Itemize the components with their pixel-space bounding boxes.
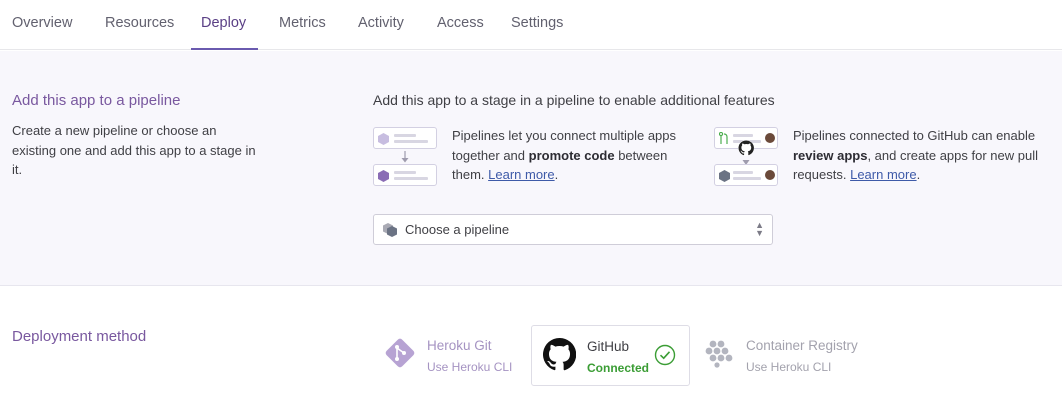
pipeline-icon [383, 223, 397, 237]
heroku-git-icon [385, 338, 415, 368]
select-caret-icon: ▲ ▼ [755, 220, 764, 238]
deploy-method-github[interactable]: GitHub Connected [531, 325, 690, 386]
learn-more-github-link[interactable]: Learn more [850, 167, 916, 182]
tab-overview[interactable]: Overview [12, 0, 72, 50]
connected-check-icon [654, 344, 676, 366]
github-octocat-icon [738, 140, 754, 156]
light-hexagon-icon [378, 133, 389, 145]
review-app-card [714, 164, 778, 186]
github-connected-status: Connected [587, 361, 650, 375]
tab-access[interactable]: Access [437, 0, 484, 50]
container-registry-label: Container Registry [746, 338, 858, 353]
pipeline-section: Add this app to a pipeline Create a new … [0, 51, 1062, 286]
dark-hexagon-icon [378, 170, 389, 182]
deploy-method-heroku-git[interactable]: Heroku Git Use Heroku CLI [373, 325, 523, 386]
deployment-method-title: Deployment method [12, 328, 147, 345]
heroku-git-label: Heroku Git [427, 338, 492, 353]
pull-request-icon [719, 132, 728, 144]
github-icon [543, 338, 576, 371]
github-label: GitHub [587, 339, 630, 354]
pipeline-section-description: Create a new pipeline or choose an exist… [12, 123, 256, 177]
pipeline-promote-illustration [373, 127, 437, 187]
github-feature-text: Pipelines connected to GitHub can enable… [793, 128, 1038, 182]
stage-card [373, 164, 437, 186]
tab-deploy[interactable]: Deploy [201, 0, 246, 50]
container-registry-icon [705, 340, 733, 368]
pipeline-select[interactable]: Choose a pipeline ▲ ▼ [373, 214, 773, 245]
user-avatar [765, 133, 775, 143]
tab-settings[interactable]: Settings [511, 0, 563, 50]
active-tab-indicator [191, 48, 258, 50]
pipeline-github-illustration [714, 127, 778, 187]
pipeline-select-value: Choose a pipeline [405, 222, 510, 237]
app-tab-bar: Overview Resources Deploy Metrics Activi… [0, 0, 1062, 50]
pipeline-headline: Add this app to a stage in a pipeline to… [373, 92, 775, 108]
container-registry-sublabel: Use Heroku CLI [746, 360, 832, 374]
tab-activity[interactable]: Activity [358, 0, 404, 50]
arrow-down-icon [401, 151, 409, 163]
heroku-git-sublabel: Use Heroku CLI [427, 360, 513, 374]
user-avatar [765, 170, 775, 180]
pipeline-section-title: Add this app to a pipeline [12, 92, 181, 109]
slate-hexagon-icon [719, 170, 730, 182]
learn-more-pipelines-link[interactable]: Learn more [488, 167, 554, 182]
tab-resources[interactable]: Resources [105, 0, 174, 50]
stage-card [373, 127, 437, 149]
pipelines-feature-text: Pipelines let you connect multiple apps … [452, 128, 677, 182]
tab-metrics[interactable]: Metrics [279, 0, 326, 50]
deploy-method-container-registry[interactable]: Container Registry Use Heroku CLI [698, 325, 888, 386]
